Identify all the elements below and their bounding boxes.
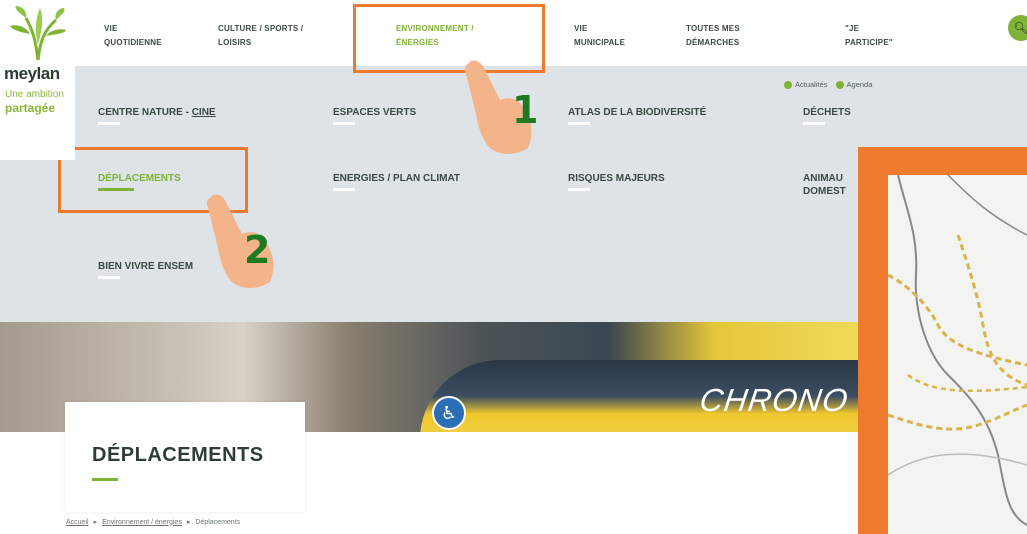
nav-label-line2: PARTICIPE"	[845, 38, 893, 47]
title-underline	[92, 478, 118, 481]
nav-label-line2: LOISIRS	[218, 38, 252, 47]
breadcrumb-section[interactable]: Environnement / énergies	[102, 519, 182, 526]
menu-item-underline	[98, 276, 120, 279]
map-image	[888, 175, 1027, 534]
search-icon: 🔍︎	[1013, 21, 1027, 35]
logo-tagline-bold: partagée	[5, 101, 56, 115]
agenda-link-label: Agenda	[846, 80, 873, 89]
leaf-logo-icon	[10, 6, 66, 61]
step2-number: 2	[244, 228, 271, 272]
nav-item-demarches[interactable]: TOUTES MES DÉMARCHES	[686, 22, 740, 50]
menu-item-label-line1: ANIMAU	[803, 173, 843, 184]
menu-item-underline	[568, 188, 590, 191]
site-logo[interactable]: meylan Une ambition partagée	[0, 0, 75, 160]
menu-item-espaces-verts[interactable]: ESPACES VERTS	[333, 106, 417, 125]
menu-item-label: ESPACES VERTS	[333, 107, 417, 118]
menu-item-energies-plan-climat[interactable]: ENERGIES / PLAN CLIMAT	[333, 172, 461, 191]
bullet-icon	[835, 80, 844, 89]
nav-item-vie-municipale[interactable]: VIE MUNICIPALE	[574, 22, 625, 50]
quick-links: Actualités Agenda	[784, 80, 872, 89]
page-title-card: DÉPLACEMENTS	[65, 402, 305, 512]
nav-label-line1: CULTURE / SPORTS /	[218, 24, 304, 33]
breadcrumb-separator-icon: ▸	[93, 519, 98, 526]
menu-item-bien-vivre-ensemble[interactable]: BIEN VIVRE ENSEM	[98, 260, 194, 279]
breadcrumb-current: Déplacements	[195, 518, 241, 526]
news-link[interactable]: Actualités	[784, 80, 828, 89]
menu-item-atlas-biodiversite[interactable]: ATLAS DE LA BIODIVERSITÉ	[568, 106, 707, 125]
menu-item-underline	[333, 188, 355, 191]
menu-item-label-line2: DOMEST	[803, 186, 846, 197]
breadcrumb-separator-icon: ▸	[186, 519, 191, 526]
news-link-label: Actualités	[795, 80, 828, 89]
bullet-icon	[784, 80, 792, 89]
search-button[interactable]: 🔍︎	[1008, 15, 1027, 41]
menu-item-underline	[803, 122, 825, 125]
agenda-link[interactable]: Agenda	[835, 80, 873, 89]
menu-item-underline	[568, 122, 590, 125]
menu-item-label: DÉCHETS	[803, 107, 851, 118]
menu-item-label: BIEN VIVRE ENSEM	[98, 261, 194, 272]
nav-label-line2: QUOTIDIENNE	[104, 38, 162, 47]
menu-item-centre-nature[interactable]: CENTRE NATURE - CINE	[98, 106, 216, 125]
nav-item-vie-quotidienne[interactable]: VIE QUOTIDIENNE	[104, 22, 162, 50]
logo-brand-name: meylan	[4, 64, 60, 83]
nav-label-line2: DÉMARCHES	[686, 38, 740, 47]
page-title: DÉPLACEMENTS	[92, 444, 264, 466]
step1-number: 1	[512, 88, 539, 132]
menu-item-cine-link[interactable]: CINE	[192, 107, 216, 118]
page: VIE QUOTIDIENNE CULTURE / SPORTS / LOISI…	[0, 0, 1027, 534]
nav-label-line1: "JE	[845, 24, 860, 33]
nav-label-line1: TOUTES MES	[686, 24, 740, 33]
menu-item-risques-majeurs[interactable]: RISQUES MAJEURS	[568, 172, 665, 191]
nav-item-culture-sports[interactable]: CULTURE / SPORTS / LOISIRS	[218, 22, 303, 50]
menu-item-underline	[333, 122, 355, 125]
nav-label-line1: VIE	[574, 24, 588, 33]
wheelchair-icon: ♿︎	[432, 396, 466, 430]
map-panel	[858, 147, 1027, 534]
breadcrumb: Accueil ▸ Environnement / énergies ▸ Dép…	[66, 518, 241, 527]
menu-item-label: ATLAS DE LA BIODIVERSITÉ	[568, 107, 707, 118]
menu-item-label: RISQUES MAJEURS	[568, 173, 665, 184]
route-map-icon	[888, 175, 1027, 526]
menu-item-label: ENERGIES / PLAN CLIMAT	[333, 173, 461, 184]
menu-item-animaux-domestiques[interactable]: ANIMAU DOMEST	[803, 172, 846, 198]
menu-item-underline	[98, 122, 120, 125]
breadcrumb-home[interactable]: Accueil	[66, 519, 89, 526]
nav-label-line1: VIE	[104, 24, 118, 33]
logo-tagline: Une ambition	[5, 89, 64, 100]
nav-item-je-participe[interactable]: "JE PARTICIPE"	[845, 22, 893, 50]
menu-item-dechets[interactable]: DÉCHETS	[803, 106, 851, 125]
menu-item-label: CENTRE NATURE -	[98, 107, 192, 118]
bus-text: CHRONO	[697, 382, 851, 418]
nav-label-line2: MUNICIPALE	[574, 38, 626, 47]
